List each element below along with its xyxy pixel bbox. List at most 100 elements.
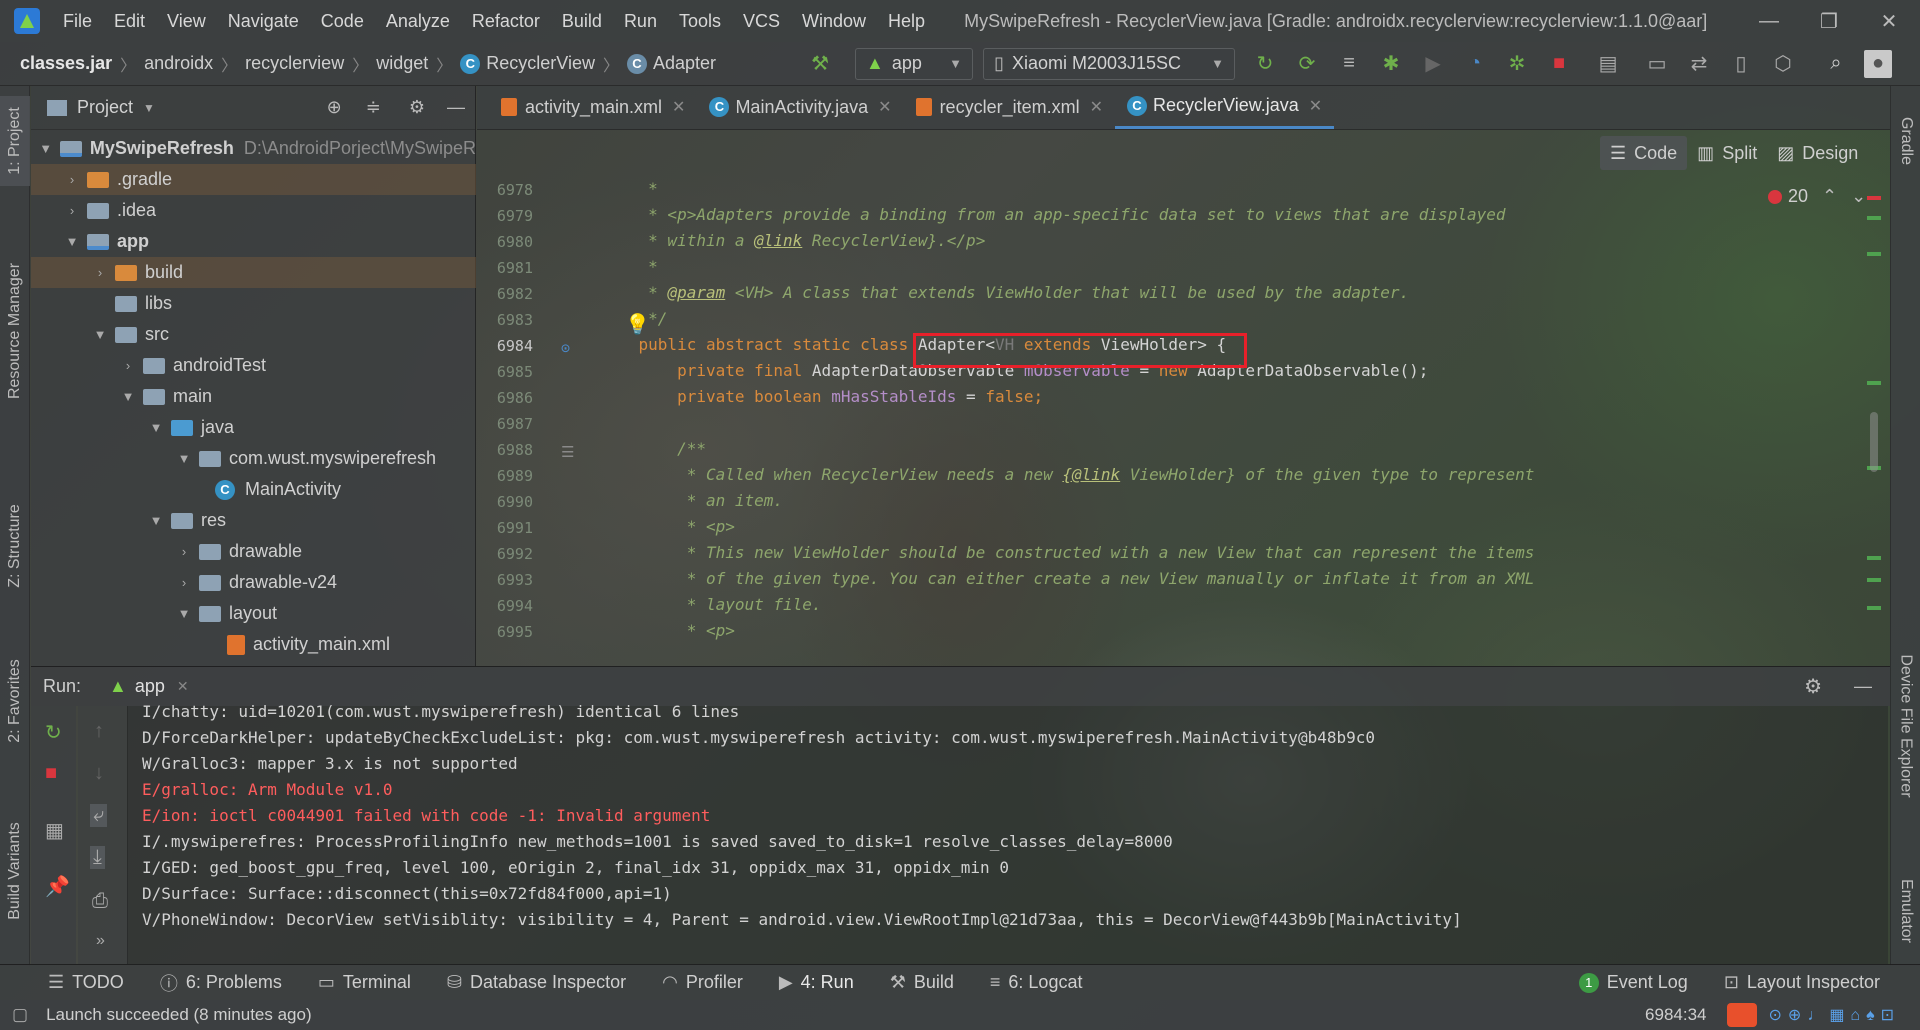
arrow-up-icon[interactable]: ↑ [94,720,104,743]
ime-logo-icon[interactable] [1726,1003,1757,1027]
status-message[interactable]: Launch succeeded (8 minutes ago) [46,1005,312,1025]
tab-favorites[interactable]: 2: Favorites [0,646,30,756]
caret-position[interactable]: 6984:34 [1645,1005,1706,1025]
rerun-icon[interactable]: ↻ [45,720,62,745]
run-icon[interactable]: ▶ [1419,50,1447,78]
tab-event-log[interactable]: 1 Event Log [1578,972,1688,993]
menu-window[interactable]: Window [791,11,877,32]
attach-debugger-icon[interactable]: ✲ [1503,50,1531,78]
breadcrumb-recyclerview[interactable]: recyclerview [245,53,344,74]
close-tab-icon[interactable]: ✕ [672,97,685,117]
breadcrumb-recyclerview-class[interactable]: RecyclerView [486,53,595,74]
project-view-select[interactable]: Project [77,97,133,118]
print-icon[interactable]: ⎙ [92,890,108,913]
close-tab-icon[interactable]: ✕ [177,678,189,695]
hammer-icon[interactable]: ⚒ [806,50,834,78]
tab-todo[interactable]: ☰ TODO [48,972,124,993]
tree-item-app[interactable]: ▼ app [31,226,476,257]
tab-project[interactable]: 1: Project [0,96,30,186]
code-editor[interactable]: * * <p>Adapters provide a binding from a… [600,176,1830,666]
tree-item-res[interactable]: ▼ res [31,505,476,536]
apply-changes-icon[interactable]: ↻ [1251,50,1279,78]
menu-run[interactable]: Run [613,11,668,32]
tab-gradle[interactable]: Gradle [1891,96,1920,186]
menu-code[interactable]: Code [310,11,375,32]
tree-item-gradle[interactable]: › .gradle [31,164,476,195]
collapse-all-icon[interactable]: ≑ [366,97,381,118]
close-tab-icon[interactable]: ✕ [878,97,891,117]
tab-mainactivity-java[interactable]: C MainActivity.java ✕ [697,85,903,129]
menu-edit[interactable]: Edit [103,11,156,32]
apply-code-changes-icon[interactable]: ⟳ [1293,50,1321,78]
tree-item-layout[interactable]: ▼ layout [31,598,476,629]
stop-icon[interactable]: ■ [45,762,57,785]
breadcrumb-androidx[interactable]: androidx [144,53,213,74]
tab-database-inspector[interactable]: ⛁ Database Inspector [447,972,626,993]
tab-problems[interactable]: ⓘ 6: Problems [160,970,282,996]
tab-resource-manager[interactable]: Resource Manager [0,246,30,416]
search-icon[interactable]: ⌕ [1822,50,1850,78]
device-select[interactable]: ▯ Xiaomi M2003J15SC ▼ [983,47,1236,80]
hide-icon[interactable]: — [1854,676,1872,697]
run-console[interactable]: I/chatty: uid=10201(com.wust.myswiperefr… [128,702,1888,964]
list-icon[interactable]: ≡ [1335,50,1363,78]
breadcrumb-widget[interactable]: widget [376,53,428,74]
mode-design-button[interactable]: ▨ Design [1767,136,1868,170]
chevron-down-icon[interactable]: ▼ [143,101,155,115]
implemented-icon[interactable]: ⊙ [561,339,570,357]
tree-item-androidtest[interactable]: › androidTest [31,350,476,381]
menu-view[interactable]: View [156,11,217,32]
gear-icon[interactable]: ⚙ [409,97,425,118]
tab-logcat[interactable]: ≡ 6: Logcat [990,972,1083,993]
more-icon[interactable]: » [96,932,105,950]
profile-icon[interactable]: ◔ [1461,50,1489,78]
editor-scrollbar-thumb[interactable] [1870,412,1878,472]
mode-split-button[interactable]: ▥ Split [1687,136,1767,170]
menu-tools[interactable]: Tools [668,11,732,32]
restore-icon[interactable]: ❐ [1800,0,1858,42]
breadcrumb-adapter[interactable]: Adapter [653,53,716,74]
tree-item-root[interactable]: ▼ MySwipeRefresh D:\AndroidPorject\MySwi… [31,133,476,164]
tab-layout-inspector[interactable]: ⊡ Layout Inspector [1724,972,1880,993]
tab-run[interactable]: ▶ 4: Run [779,972,854,993]
tool-windows-icon[interactable]: ▢ [12,1005,28,1025]
layout-icon[interactable]: ▦ [45,818,64,843]
gear-icon[interactable]: ⚙ [1804,674,1822,699]
tree-item-java[interactable]: ▼ java [31,412,476,443]
tab-build[interactable]: ⚒ Build [890,972,954,993]
tab-build-variants[interactable]: Build Variants [0,796,30,946]
stop-icon[interactable]: ■ [1545,50,1573,78]
sync-icon[interactable]: ⇄ [1685,50,1713,78]
tab-emulator[interactable]: Emulator [1891,856,1920,966]
tab-device-file-explorer[interactable]: Device File Explorer [1891,626,1920,826]
tree-item-activity-main-xml[interactable]: activity_main.xml [31,629,476,660]
editor-error-stripe[interactable] [1865,176,1883,666]
soft-wrap-icon[interactable]: ⤶ [90,804,108,827]
tree-item-build[interactable]: › build [31,257,476,288]
locate-icon[interactable]: ⊕ [327,97,342,118]
tree-item-mainactivity[interactable]: C MainActivity [31,474,476,505]
pin-icon[interactable]: 📌 [45,874,70,899]
tree-item-drawable[interactable]: › drawable [31,536,476,567]
menu-help[interactable]: Help [877,11,936,32]
scroll-to-end-icon[interactable]: ⤓ [90,846,105,869]
run-tab-app[interactable]: app [135,676,165,697]
tab-recyclerview-java[interactable]: C RecyclerView.java ✕ [1115,85,1335,129]
tab-activity-main-xml[interactable]: activity_main.xml ✕ [489,85,697,129]
breadcrumb-jar[interactable]: classes.jar [20,53,112,74]
menu-file[interactable]: File [52,11,103,32]
avatar[interactable]: ● [1864,49,1893,78]
close-tab-icon[interactable]: ✕ [1309,96,1322,116]
menu-refactor[interactable]: Refactor [461,11,551,32]
tree-item-main[interactable]: ▼ main [31,381,476,412]
menu-navigate[interactable]: Navigate [217,11,310,32]
menu-vcs[interactable]: VCS [732,11,791,32]
tree-item-libs[interactable]: libs [31,288,476,319]
tab-profiler[interactable]: ◠ Profiler [662,972,743,993]
tab-structure[interactable]: Z: Structure [0,486,30,606]
chevron-down-icon[interactable]: ⌄ [1851,186,1866,207]
minimize-icon[interactable]: — [1740,0,1798,42]
tray-icons[interactable]: ⊙⊕♩▦⌂♠⊡ [1769,1005,1901,1025]
project-structure-icon[interactable]: ▤ [1594,50,1622,78]
close-tab-icon[interactable]: ✕ [1090,97,1103,117]
